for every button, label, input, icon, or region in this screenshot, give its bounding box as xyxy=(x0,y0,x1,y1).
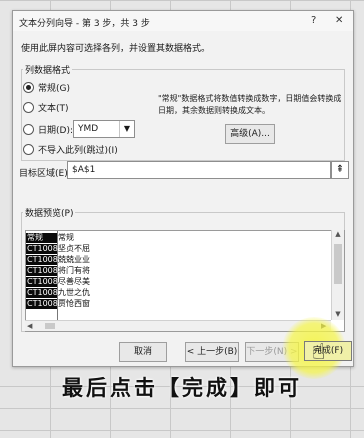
preview-cell: 兢兢业业 xyxy=(58,255,90,264)
close-icon[interactable]: ✕ xyxy=(335,15,343,26)
destination-label: 目标区域(E): xyxy=(19,169,71,179)
advanced-button[interactable]: 高级(A)... xyxy=(225,124,275,144)
dialog-title: 文本分列向导 - 第 3 步，共 3 步 xyxy=(19,19,150,29)
title-bar: 文本分列向导 - 第 3 步，共 3 步 ? ✕ xyxy=(13,11,353,31)
radio-skip[interactable]: 不导入此列(跳过)(I) xyxy=(23,143,118,156)
preview-row: CT10083 尽善尽美 xyxy=(26,277,344,287)
radio-date-indicator[interactable] xyxy=(23,124,34,135)
radio-date-label: 日期(D): xyxy=(38,126,73,136)
radio-general[interactable]: 常规(G) xyxy=(23,81,70,94)
preview-cell: CT10081 xyxy=(26,255,63,265)
radio-skip-label: 不导入此列(跳过)(I) xyxy=(38,146,118,156)
scroll-up-icon[interactable]: ▲ xyxy=(332,230,344,238)
scroll-left-icon[interactable]: ◀ xyxy=(27,321,32,331)
destination-value: $A$1 xyxy=(72,165,96,175)
preview-label: 数据预览(P) xyxy=(23,206,76,219)
preview-cell: CT10085 xyxy=(26,299,63,309)
preview-row: CT10085 贾怆西窗 xyxy=(26,299,344,309)
preview-header-cell[interactable]: 常规 xyxy=(26,233,57,243)
radio-text-indicator[interactable] xyxy=(23,102,34,113)
preview-cell: CT10083 xyxy=(26,277,63,287)
vertical-scroll-thumb[interactable] xyxy=(334,244,342,284)
tutorial-caption: 最后点击【完成】即可 xyxy=(62,376,302,400)
data-preview[interactable]: 常规 常规 CT10080 坚贞不屈 CT10081 兢兢业业 CT10082 … xyxy=(25,230,345,332)
preview-cell: 九世之仇 xyxy=(58,288,90,297)
radio-text-label: 文本(T) xyxy=(38,104,69,114)
preview-row: CT10084 九世之仇 xyxy=(26,288,344,298)
preview-row: CT10081 兢兢业业 xyxy=(26,255,344,265)
format-note: "常规"数据格式将数值转换成数字，日期值会转换成日期，其余数据则转换成文本。 xyxy=(158,94,342,115)
text-to-columns-dialog: 文本分列向导 - 第 3 步，共 3 步 ? ✕ 使用此屏内容可选择各列，并设置… xyxy=(12,10,354,367)
column-format-label: 列数据格式 xyxy=(23,63,73,76)
preview-row: CT10080 坚贞不屈 xyxy=(26,244,344,254)
destination-input[interactable]: $A$1 xyxy=(67,161,331,179)
date-format-select[interactable]: YMD ▼ xyxy=(73,120,135,138)
radio-skip-indicator[interactable] xyxy=(23,144,34,155)
horizontal-scroll-thumb[interactable] xyxy=(45,323,55,329)
preview-cell: CT10084 xyxy=(26,288,63,298)
radio-date[interactable]: 日期(D): xyxy=(23,123,73,136)
help-icon[interactable]: ? xyxy=(311,15,316,26)
step-description: 使用此屏内容可选择各列，并设置其数据格式。 xyxy=(21,44,211,54)
preview-cell: CT10080 xyxy=(26,244,63,254)
preview-vertical-scrollbar[interactable]: ▲ ▼ xyxy=(331,230,344,320)
radio-general-label: 常规(G) xyxy=(38,84,70,94)
mouse-cursor-icon: ☝ xyxy=(312,340,326,365)
back-button[interactable]: < 上一步(B) xyxy=(185,342,239,362)
preview-cell: CT10082 xyxy=(26,266,63,276)
preview-cell: 贾怆西窗 xyxy=(58,299,90,308)
radio-text[interactable]: 文本(T) xyxy=(23,101,69,114)
preview-header-cell[interactable]: 常规 xyxy=(58,233,118,243)
radio-general-indicator[interactable] xyxy=(23,82,34,93)
preview-cell: 尽善尽美 xyxy=(58,277,90,286)
preview-horizontal-scrollbar[interactable]: ◀ ▶ xyxy=(25,320,331,331)
preview-row: CT10082 将门有将 xyxy=(26,266,344,276)
collapse-dialog-icon[interactable]: ⇞ xyxy=(331,161,349,179)
chevron-down-icon[interactable]: ▼ xyxy=(119,121,134,137)
preview-cell: 坚贞不屈 xyxy=(58,244,90,253)
cancel-button[interactable]: 取消 xyxy=(119,342,167,362)
scroll-down-icon[interactable]: ▼ xyxy=(332,310,344,318)
preview-cell: 将门有将 xyxy=(58,266,90,275)
date-format-value: YMD xyxy=(78,124,99,134)
preview-header-row: 常规 常规 xyxy=(26,233,344,243)
